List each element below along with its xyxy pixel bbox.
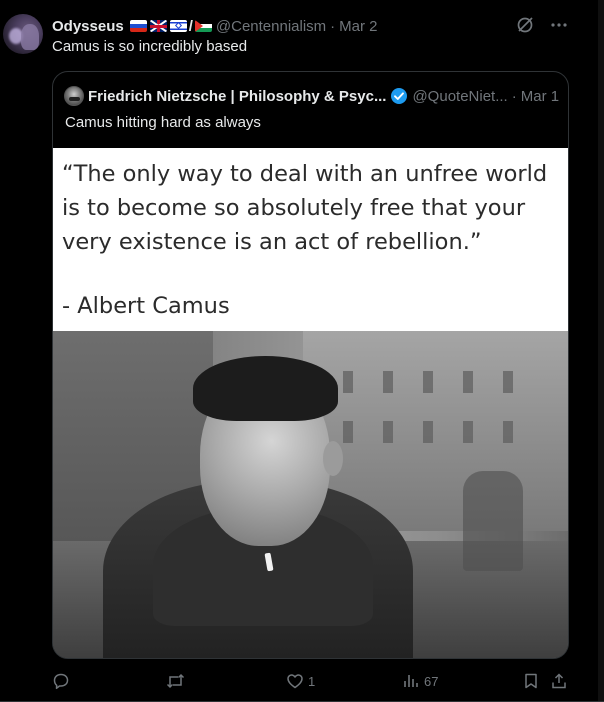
quoted-tweet-image[interactable]: “The only way to deal with an unfree wor… [53, 148, 568, 658]
quoted-tweet-date[interactable]: Mar 1 [521, 88, 559, 105]
verified-badge-icon [390, 87, 408, 105]
retweet-icon [166, 672, 185, 690]
scrollbar[interactable] [598, 0, 604, 702]
reply-icon [52, 672, 70, 690]
image-quote-author: - Albert Camus [62, 293, 230, 319]
like-button[interactable]: 1 [286, 672, 315, 690]
tweet-top-actions [516, 16, 568, 34]
image-quote-text: “The only way to deal with an unfree wor… [62, 161, 548, 255]
russia-flag-icon [129, 20, 147, 32]
avatar-figure [21, 24, 39, 50]
tweet[interactable]: Odysseus / @Centennialism · Mar 2 Camus … [0, 0, 604, 702]
like-icon [286, 672, 304, 690]
quoted-author-avatar[interactable] [64, 86, 84, 106]
reply-button[interactable] [52, 672, 74, 690]
tweet-action-bar: 1 67 [52, 672, 572, 692]
bookmark-button[interactable] [522, 672, 540, 690]
quote-text-panel: “The only way to deal with an unfree wor… [53, 148, 568, 331]
quoted-header-separator: · [511, 87, 517, 105]
palestine-flag-icon [194, 20, 212, 32]
quoted-author-display-name[interactable]: Friedrich Nietzsche | Philosophy & Psyc.… [88, 88, 386, 105]
quoted-tweet[interactable]: Friedrich Nietzsche | Philosophy & Psyc.… [52, 71, 569, 659]
like-count: 1 [308, 673, 316, 689]
views-button[interactable]: 67 [402, 672, 438, 690]
grok-icon[interactable] [516, 16, 534, 34]
author-display-name[interactable]: Odysseus [52, 18, 124, 35]
flag-emojis: / [129, 17, 212, 35]
view-count: 67 [424, 673, 439, 689]
more-icon[interactable] [550, 16, 568, 34]
tweet-date[interactable]: Mar 2 [339, 18, 377, 35]
flag-separator: / [188, 17, 193, 35]
header-separator: · [330, 17, 336, 35]
tweet-text: Camus is so incredibly based [52, 38, 248, 55]
author-handle[interactable]: @Centennialism [216, 18, 326, 35]
quoted-tweet-text: Camus hitting hard as always [65, 114, 261, 131]
camus-photo [53, 331, 568, 658]
tweet-header: Odysseus / @Centennialism · Mar 2 [52, 16, 378, 36]
israel-flag-icon [169, 20, 187, 32]
retweet-button[interactable] [166, 672, 189, 690]
views-icon [402, 672, 420, 690]
uk-flag-icon [149, 20, 167, 32]
author-avatar[interactable] [3, 14, 43, 54]
quoted-tweet-header: Friedrich Nietzsche | Philosophy & Psyc.… [64, 86, 559, 106]
quoted-author-handle[interactable]: @QuoteNiet... [412, 88, 507, 105]
bookmark-icon [522, 672, 540, 690]
share-button[interactable] [550, 672, 568, 690]
share-icon [550, 672, 568, 690]
